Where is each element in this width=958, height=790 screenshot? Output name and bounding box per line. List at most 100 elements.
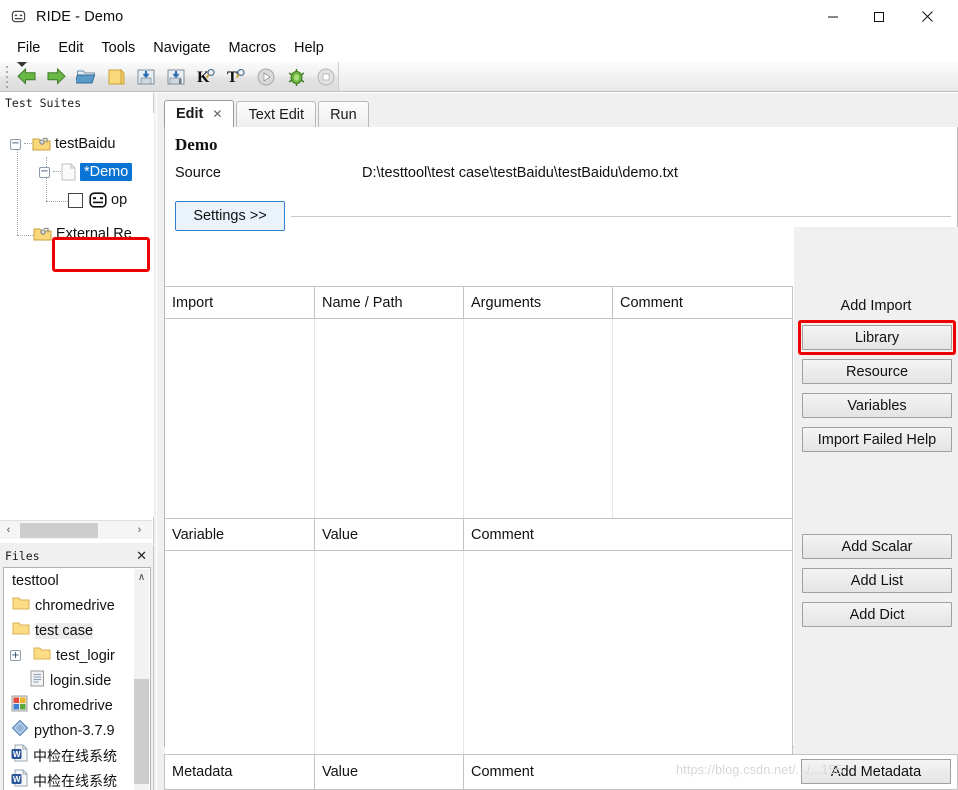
tree-item-external-resources[interactable]: External Re [33,223,132,245]
list-item-label: 中检在线系统 [33,773,117,790]
import-grid-body[interactable] [165,319,792,518]
editor-tab-strip: Edit ✕ Text Edit Run [164,100,958,127]
close-button[interactable] [904,0,950,33]
column-header-value[interactable]: Value [314,755,463,789]
files-tree[interactable]: testtool chromedrive test case + test_lo… [3,567,151,790]
list-item[interactable]: testtool [4,568,150,593]
menu-edit[interactable]: Edit [49,37,92,59]
test-suites-tree[interactable]: − testBaidu − *Demo op External Re [0,113,154,517]
add-list-button[interactable]: Add List [802,568,952,593]
file-icon [61,163,76,181]
list-item[interactable]: chromedrive [4,593,150,618]
menu-macros[interactable]: Macros [219,37,285,59]
tree-item-label: External Re [56,226,132,242]
tab-run[interactable]: Run [318,101,369,127]
tree-item-checkbox[interactable] [68,192,83,208]
import-failed-help-button[interactable]: Import Failed Help [802,427,952,452]
debug-icon[interactable] [281,63,311,91]
close-icon[interactable]: ✕ [136,548,147,564]
grid-column-separator [463,319,464,518]
tree-item-label: *Demo [80,163,133,181]
list-item[interactable]: login.side [4,668,150,693]
scroll-up-arrow-icon[interactable]: ∧ [134,569,149,585]
list-item[interactable]: W 中检在线系统 [4,768,150,790]
tab-text-edit[interactable]: Text Edit [236,101,317,127]
toolbar-filler [338,62,958,91]
files-vertical-scrollbar[interactable]: ∧ [134,569,149,790]
save-icon[interactable] [131,63,161,91]
new-folder-icon[interactable] [101,63,131,91]
menu-file[interactable]: File [8,37,49,59]
main-area: Edit ✕ Text Edit Run Demo Source D:\test… [157,93,958,790]
scroll-left-arrow-icon[interactable]: ‹ [0,522,17,539]
stop-icon[interactable] [311,63,341,91]
column-header-variable[interactable]: Variable [165,519,314,551]
robot-icon [10,9,26,25]
menu-navigate[interactable]: Navigate [144,37,219,59]
window-title: RIDE - Demo [36,8,124,25]
run-icon[interactable] [251,63,281,91]
add-library-button[interactable]: Library [802,325,952,350]
tab-close-icon[interactable]: ✕ [212,107,222,121]
list-item[interactable]: test case [4,618,150,643]
add-scalar-button[interactable]: Add Scalar [802,534,952,559]
list-item[interactable]: W 中检在线系统 [4,743,150,768]
column-header-arguments[interactable]: Arguments [463,287,612,319]
list-item-label: 中检在线系统 [33,748,117,765]
scrollbar-thumb[interactable] [134,679,149,784]
list-item[interactable]: + test_logir [4,643,150,668]
scroll-right-arrow-icon[interactable]: › [131,522,148,539]
tree-connector [17,143,18,235]
svg-text:T: T [227,69,238,86]
add-resource-button[interactable]: Resource [802,359,952,384]
column-header-import[interactable]: Import [165,287,314,319]
expander-collapse-icon[interactable]: − [39,166,50,178]
column-header-comment[interactable]: Comment [463,755,793,789]
tab-edit[interactable]: Edit ✕ [164,100,235,127]
expander-expand-icon[interactable]: + [10,650,21,661]
column-header-value[interactable]: Value [314,519,463,551]
test-suites-horizontal-scrollbar[interactable]: ‹ › [0,520,152,539]
tree-item-op[interactable]: op [68,189,127,211]
tree-item-demo[interactable]: − *Demo [39,161,133,183]
settings-toggle-button[interactable]: Settings >> [175,201,285,231]
tree-item-testbaidu[interactable]: − testBaidu [10,133,115,155]
expander-collapse-icon[interactable]: − [10,138,21,150]
title-bar: RIDE - Demo [0,0,958,33]
tree-connector [17,235,33,236]
toolbar-overflow-icon[interactable] [17,62,27,67]
toolbar-grip[interactable] [2,65,11,89]
column-header-metadata[interactable]: Metadata [165,755,314,789]
search-keyword-icon[interactable]: K [191,63,221,91]
maximize-button[interactable] [856,0,902,33]
menu-tools[interactable]: Tools [92,37,144,59]
scrollbar-thumb[interactable] [20,522,98,538]
forward-arrow-icon[interactable] [41,63,71,91]
exe-icon [11,695,28,717]
import-actions-panel: Add Import Library Resource Variables Im… [794,227,958,783]
column-header-name-path[interactable]: Name / Path [314,287,463,319]
add-metadata-button[interactable]: Add Metadata [801,759,951,784]
list-item[interactable]: chromedrive [4,693,150,718]
import-grid-header: Import Name / Path Arguments Comment [165,286,792,319]
search-tests-icon[interactable]: T [221,63,251,91]
open-folder-icon[interactable] [71,63,101,91]
minimize-button[interactable] [810,0,856,33]
tree-item-label: testBaidu [55,136,116,152]
add-variables-button[interactable]: Variables [802,393,952,418]
variable-grid-body[interactable] [165,551,792,783]
save-all-icon[interactable] [161,63,191,91]
word-doc-icon: W [11,744,28,767]
list-item[interactable]: python-3.7.9 [4,718,150,743]
source-path-value: D:\testtool\test case\testBaidu\testBaid… [362,165,678,181]
robot-test-icon [89,192,107,208]
ride-application-window: RIDE - Demo File Edit Tools Navigate Mac… [0,0,958,790]
grid-column-separator [463,551,464,783]
add-dict-button[interactable]: Add Dict [802,602,952,627]
column-header-comment[interactable]: Comment [612,287,792,319]
python-icon [11,719,29,742]
folder-icon [12,596,30,616]
menu-help[interactable]: Help [285,37,333,59]
column-header-comment[interactable]: Comment [463,519,792,551]
text-file-icon [30,670,45,692]
